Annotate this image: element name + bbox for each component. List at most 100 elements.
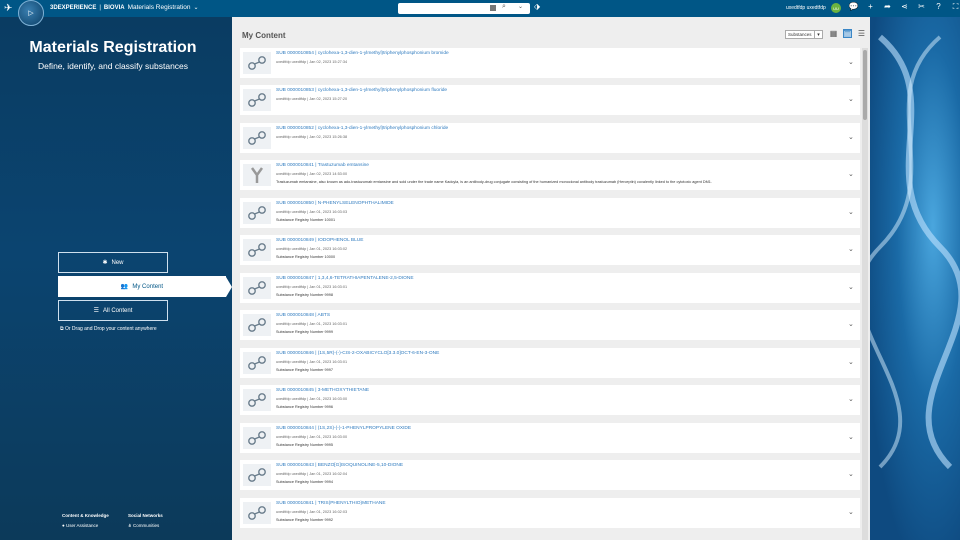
- item-title-link[interactable]: SUB 0000010854 | cyclohexa-1,3-dien-1-yl…: [276, 51, 449, 56]
- list-item[interactable]: SUB 0000010850 | N-PHENYLSELENOPHTHALIMI…: [240, 198, 860, 228]
- item-title-link[interactable]: SUB 0000010850 | N-PHENYLSELENOPHTHALIMI…: [276, 201, 394, 206]
- expand-chevron-icon[interactable]: ⌄: [848, 208, 854, 216]
- type-filter-select[interactable]: Substances ▾: [785, 30, 823, 39]
- item-title-link[interactable]: SUB 0000010843 | BENZO[G]ISOQUINOLINE-5,…: [276, 463, 403, 468]
- expand-chevron-icon[interactable]: ⌄: [848, 395, 854, 403]
- scrollbar-thumb[interactable]: [863, 50, 867, 120]
- item-title-link[interactable]: SUB 0000010848 | ABTS: [276, 313, 330, 318]
- user-name[interactable]: uxedtfdp uxedtfdp: [786, 5, 826, 11]
- molecule-thumbnail[interactable]: [243, 239, 271, 261]
- item-title-link[interactable]: SUB 0000010846 | (1S,5R)-(-)-CIS-2-OXABI…: [276, 351, 439, 356]
- molecule-thumbnail[interactable]: [243, 464, 271, 486]
- list-view-icon[interactable]: ☰: [857, 29, 866, 38]
- tag-icon[interactable]: ⬗: [534, 2, 540, 11]
- item-description: Substance Registry Number 9995: [276, 443, 333, 447]
- user-assistance-label: User Assistance: [65, 523, 99, 528]
- expand-chevron-icon[interactable]: ⌄: [848, 95, 854, 103]
- help-icon[interactable]: ?: [933, 2, 944, 12]
- compass-icon[interactable]: ▷: [18, 0, 44, 26]
- my-content-button[interactable]: 👥 My Content: [58, 276, 226, 297]
- item-title-link[interactable]: SUB 0000010849 | IODOPHENOL BLUE: [276, 238, 363, 243]
- expand-chevron-icon[interactable]: ⌄: [848, 433, 854, 441]
- my-content-button-label: My Content: [132, 283, 164, 290]
- expand-chevron-icon[interactable]: ⌄: [848, 508, 854, 516]
- molecule-thumbnail[interactable]: [243, 427, 271, 449]
- expand-chevron-icon[interactable]: ⌄: [848, 283, 854, 291]
- item-meta: uxedtfdp uxedtfdp | Jan 01, 2023 16:02:0…: [276, 510, 348, 514]
- expand-chevron-icon[interactable]: ⌄: [848, 470, 854, 478]
- list-item[interactable]: SUB 0000010852 | cyclohexa-1,3-dien-1-yl…: [240, 123, 860, 153]
- molecule-thumbnail[interactable]: [243, 352, 271, 374]
- left-panel: Materials Registration Define, identify,…: [0, 17, 232, 540]
- molecule-thumbnail[interactable]: [243, 52, 271, 74]
- dna-helix-graphic: [857, 34, 960, 470]
- molecule-thumbnail[interactable]: [243, 389, 271, 411]
- item-title-link[interactable]: SUB 0000010847 | 1,3,4,6-TETRATHIAPENTAL…: [276, 276, 414, 281]
- clear-search-icon[interactable]: [490, 5, 496, 11]
- footer-communities-link[interactable]: ⋔ Communities: [128, 523, 159, 529]
- item-description: Substance Registry Number 9999: [276, 330, 333, 334]
- molecule-thumbnail[interactable]: [243, 89, 271, 111]
- search-options-icon[interactable]: ⌄: [518, 3, 523, 10]
- network-icon[interactable]: ⋖: [899, 2, 910, 12]
- molecule-thumbnail[interactable]: [243, 127, 271, 149]
- new-button[interactable]: ✱ New: [58, 252, 168, 273]
- list-item[interactable]: SUB 0000010844 | (1S,2S)-(-)-1-PHENYLPRO…: [240, 423, 860, 453]
- expand-chevron-icon[interactable]: ⌄: [848, 133, 854, 141]
- chevron-down-icon: ▾: [814, 31, 822, 38]
- add-icon[interactable]: +: [865, 2, 876, 12]
- grid-view-icon[interactable]: ▦: [829, 29, 838, 38]
- item-description: Substance Registry Number 9997: [276, 368, 333, 372]
- molecule-thumbnail[interactable]: [243, 277, 271, 299]
- list-item[interactable]: SUB 0000010845 | 3-METHOXYTHIETANE uxedtf…: [240, 385, 860, 415]
- item-title-link[interactable]: SUB 0000010844 | (1S,2S)-(-)-1-PHENYLPRO…: [276, 426, 411, 431]
- expand-chevron-icon[interactable]: ⌄: [848, 58, 854, 66]
- list-item[interactable]: SUB 0000010853 | cyclohexa-1,3-dien-1-yl…: [240, 85, 860, 115]
- list-item[interactable]: SUB 0000010849 | IODOPHENOL BLUE uxedtfdp…: [240, 235, 860, 265]
- app-name: Materials Registration: [127, 4, 191, 11]
- notifications-icon[interactable]: 💬: [848, 2, 859, 12]
- item-title-link[interactable]: SUB 0000010841 | TRIS(PHENYLTHIO)METHANE: [276, 501, 386, 506]
- avatar[interactable]: UU: [831, 3, 841, 13]
- item-title-link[interactable]: SUB 0000010845 | 3-METHOXYTHIETANE: [276, 388, 369, 393]
- expand-chevron-icon[interactable]: ⌄: [848, 245, 854, 253]
- molecule-thumbnail[interactable]: [243, 502, 271, 524]
- expand-chevron-icon[interactable]: ⌄: [848, 358, 854, 366]
- content-list: SUB 0000010854 | cyclohexa-1,3-dien-1-yl…: [240, 48, 860, 540]
- view-switcher: ▦ ▤ ☰: [829, 29, 866, 38]
- tile-view-icon[interactable]: ▤: [843, 29, 852, 38]
- ds-logo-icon[interactable]: ✈: [4, 3, 12, 14]
- search-input[interactable]: ⌕ ⌄: [398, 3, 530, 14]
- all-content-button[interactable]: ☰ All Content: [58, 300, 168, 321]
- brand[interactable]: 3DEXPERIENCE | BIOVIA Materials Registra…: [50, 4, 198, 11]
- scrollbar[interactable]: [862, 48, 868, 540]
- help-circle-icon: ●: [62, 523, 65, 528]
- tools-icon[interactable]: ✂: [916, 2, 927, 12]
- item-meta: uxedtfdp uxedtfdp | Jan 01, 2023 16:02:0…: [276, 472, 348, 476]
- search-icon[interactable]: ⌕: [502, 3, 506, 11]
- expand-chevron-icon[interactable]: ⌄: [848, 170, 854, 178]
- share-icon[interactable]: ➦: [882, 2, 893, 12]
- list-icon: ☰: [93, 308, 100, 314]
- list-item[interactable]: SUB 0000010854 | cyclohexa-1,3-dien-1-yl…: [240, 48, 860, 78]
- molecule-thumbnail[interactable]: [243, 202, 271, 224]
- item-description: Substance Registry Number 10001: [276, 218, 336, 222]
- list-item[interactable]: SUB 0000010843 | BENZO[G]ISOQUINOLINE-5,…: [240, 460, 860, 490]
- type-filter-value: Substances: [788, 32, 812, 37]
- list-item[interactable]: SUB 0000010847 | 1,3,4,6-TETRATHIAPENTAL…: [240, 273, 860, 303]
- antibody-thumbnail[interactable]: [243, 164, 271, 186]
- item-title-link[interactable]: SUB 0000010853 | cyclohexa-1,3-dien-1-yl…: [276, 88, 447, 93]
- list-item[interactable]: SUB 0000010841 | TRIS(PHENYLTHIO)METHANE…: [240, 498, 860, 528]
- item-title-link[interactable]: SUB 0000010852 | cyclohexa-1,3-dien-1-yl…: [276, 126, 448, 131]
- fullscreen-icon[interactable]: ⛶: [950, 2, 960, 12]
- molecule-thumbnail[interactable]: [243, 314, 271, 336]
- item-title-link[interactable]: SUB 0000010841 | Trastuzumab emtansine: [276, 163, 369, 168]
- list-item[interactable]: SUB 0000010841 | Trastuzumab emtansine ux…: [240, 160, 860, 190]
- item-description: Substance Registry Number 9996: [276, 405, 333, 409]
- main-content: My Content Substances ▾ ▦ ▤ ☰ SUB 000001…: [232, 17, 870, 540]
- footer-content-knowledge-title: Content & Knowledge: [62, 513, 109, 518]
- footer-user-assistance-link[interactable]: ● User Assistance: [62, 523, 98, 528]
- expand-chevron-icon[interactable]: ⌄: [848, 320, 854, 328]
- list-item[interactable]: SUB 0000010846 | (1S,5R)-(-)-CIS-2-OXABI…: [240, 348, 860, 378]
- list-item[interactable]: SUB 0000010848 | ABTS uxedtfdp uxedtfdp |…: [240, 310, 860, 340]
